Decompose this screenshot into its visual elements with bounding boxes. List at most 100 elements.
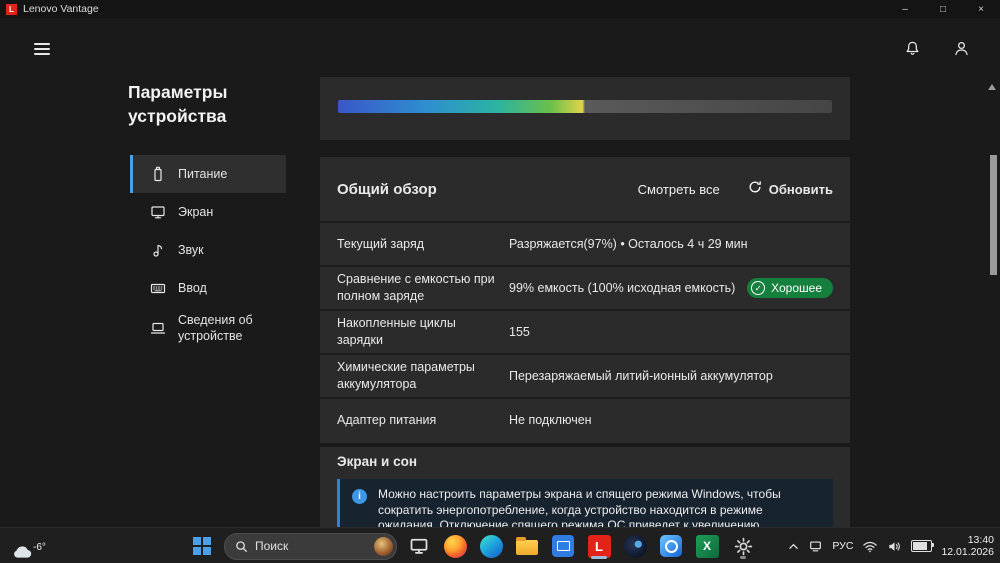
firefox-icon	[443, 534, 467, 558]
capacity-gradient-bar	[338, 100, 832, 113]
search-daily-image	[374, 536, 393, 556]
refresh-button[interactable]: Обновить	[748, 180, 833, 199]
volume-icon[interactable]	[887, 539, 902, 554]
taskbar-app-dark[interactable]	[621, 532, 649, 560]
dark-app-icon	[623, 534, 647, 558]
minimize-button[interactable]: –	[886, 0, 924, 18]
scrollbar-thumb[interactable]	[990, 155, 997, 275]
store-icon	[552, 535, 574, 557]
open-app-indicator	[740, 556, 746, 559]
laptop-icon	[150, 320, 167, 337]
taskbar-excel[interactable]: X	[693, 532, 721, 560]
cloud-icon	[14, 546, 32, 558]
folder-icon	[516, 537, 538, 555]
lenovo-logo-icon: L	[6, 3, 17, 15]
taskbar-store[interactable]	[549, 532, 577, 560]
sidebar-item-power[interactable]: Питание	[130, 155, 286, 193]
table-row: Химические параметры аккумулятора Переза…	[320, 353, 850, 397]
pc-icon	[410, 538, 428, 554]
taskbar: -6° Поиск L X РУС 13:40 12.01.2026	[0, 527, 1000, 563]
maximize-button[interactable]: □	[924, 0, 962, 18]
sidebar-item-label: Звук	[178, 243, 204, 257]
titlebar: L Lenovo Vantage – □ ×	[0, 0, 1000, 18]
row-label: Сравнение с емкостью при полном заряде	[337, 272, 495, 303]
sidebar-item-display[interactable]: Экран	[130, 193, 286, 231]
row-label: Накопленные циклы зарядки	[337, 316, 456, 347]
row-label: Текущий заряд	[337, 236, 425, 251]
close-button[interactable]: ×	[962, 0, 1000, 18]
overview-card: Общий обзор Смотреть все Обновить Текущи…	[320, 157, 850, 443]
sidebar-item-label: Питание	[178, 167, 228, 181]
table-row: Накопленные циклы зарядки 155	[320, 309, 850, 353]
badge-label: Хорошее	[771, 281, 822, 295]
settings-gear-icon	[734, 537, 752, 555]
window-title: Lenovo Vantage	[23, 3, 99, 15]
search-input[interactable]: Поиск	[224, 532, 397, 560]
vantage-icon: L	[587, 534, 611, 558]
clock[interactable]: 13:40 12.01.2026	[941, 534, 994, 559]
overview-header: Общий обзор Смотреть все Обновить	[320, 157, 850, 221]
battery-icon	[150, 166, 167, 183]
search-icon	[236, 540, 247, 552]
taskbar-explorer[interactable]	[513, 532, 541, 560]
menu-icon[interactable]	[34, 43, 50, 58]
taskbar-pc-icon[interactable]	[405, 532, 433, 560]
taskbar-edge[interactable]	[477, 532, 505, 560]
taskbar-photos[interactable]	[657, 532, 685, 560]
active-app-indicator	[591, 556, 607, 559]
excel-icon: X	[695, 534, 719, 558]
monitor-icon	[150, 204, 167, 221]
scrollbar-up-arrow[interactable]	[988, 84, 996, 90]
table-row: Адаптер питания Не подключен	[320, 397, 850, 441]
capacity-card	[320, 77, 850, 140]
refresh-icon	[748, 180, 762, 199]
taskbar-settings[interactable]	[729, 532, 757, 560]
sidebar-item-audio[interactable]: Звук	[130, 231, 286, 269]
row-label: Адаптер питания	[337, 412, 437, 427]
taskbar-firefox[interactable]	[441, 532, 469, 560]
row-value: Разряжается(97%) • Осталось 4 ч 29 мин	[509, 237, 748, 251]
row-label: Химические параметры аккумулятора	[337, 360, 475, 391]
row-value: 155	[509, 325, 530, 339]
sidebar-item-input[interactable]: Ввод	[130, 269, 286, 307]
tray-display-icon[interactable]	[808, 539, 823, 553]
see-all-button[interactable]: Смотреть все	[638, 182, 720, 197]
wifi-icon[interactable]	[862, 539, 878, 554]
window-controls: – □ ×	[886, 0, 1000, 18]
taskbar-vantage[interactable]: L	[585, 532, 613, 560]
user-account-icon[interactable]	[953, 40, 970, 62]
status-badge: ✓ Хорошее	[747, 278, 833, 298]
date: 12.01.2026	[941, 546, 994, 558]
sidebar-item-label: Ввод	[178, 281, 207, 295]
page-title: Параметры устройства	[128, 82, 228, 126]
sidebar-item-device-info[interactable]: Сведения об устройстве	[130, 307, 286, 349]
time: 13:40	[967, 533, 994, 546]
notifications-bell-icon[interactable]	[904, 40, 921, 62]
info-icon: i	[352, 489, 367, 504]
photos-icon	[660, 535, 682, 557]
section-title: Общий обзор	[337, 180, 437, 198]
lenovo-vantage-window: L Lenovo Vantage – □ × Параметры устройс…	[0, 0, 1000, 563]
edge-icon	[479, 534, 503, 558]
table-row: Текущий заряд Разряжается(97%) • Осталос…	[320, 221, 850, 265]
chevron-up-icon[interactable]	[788, 541, 799, 552]
check-icon: ✓	[751, 281, 766, 295]
weather-widget[interactable]: -6°	[10, 541, 46, 560]
sidebar-item-label: Сведения об устройстве	[178, 313, 253, 343]
sidebar-nav: Питание Экран Звук Ввод Сведения об устр…	[130, 155, 286, 349]
language-indicator[interactable]: РУС	[832, 540, 853, 552]
windows-logo-icon	[193, 537, 211, 555]
weather-temp: -6°	[33, 542, 46, 553]
search-placeholder: Поиск	[255, 539, 289, 553]
section-title: Экран и сон	[337, 454, 417, 469]
row-value: Перезаряжаемый литий-ионный аккумулятор	[509, 369, 773, 383]
row-value: 99% емкость (100% исходная емкость)	[509, 281, 736, 295]
refresh-label: Обновить	[768, 181, 833, 197]
start-button[interactable]	[188, 532, 216, 560]
music-note-icon	[150, 242, 167, 259]
keyboard-icon	[150, 280, 167, 297]
table-row: Сравнение с емкостью при полном заряде 9…	[320, 265, 850, 309]
row-value: Не подключен	[509, 413, 592, 427]
battery-tray-icon[interactable]	[911, 540, 935, 552]
sidebar-item-label: Экран	[178, 205, 214, 219]
